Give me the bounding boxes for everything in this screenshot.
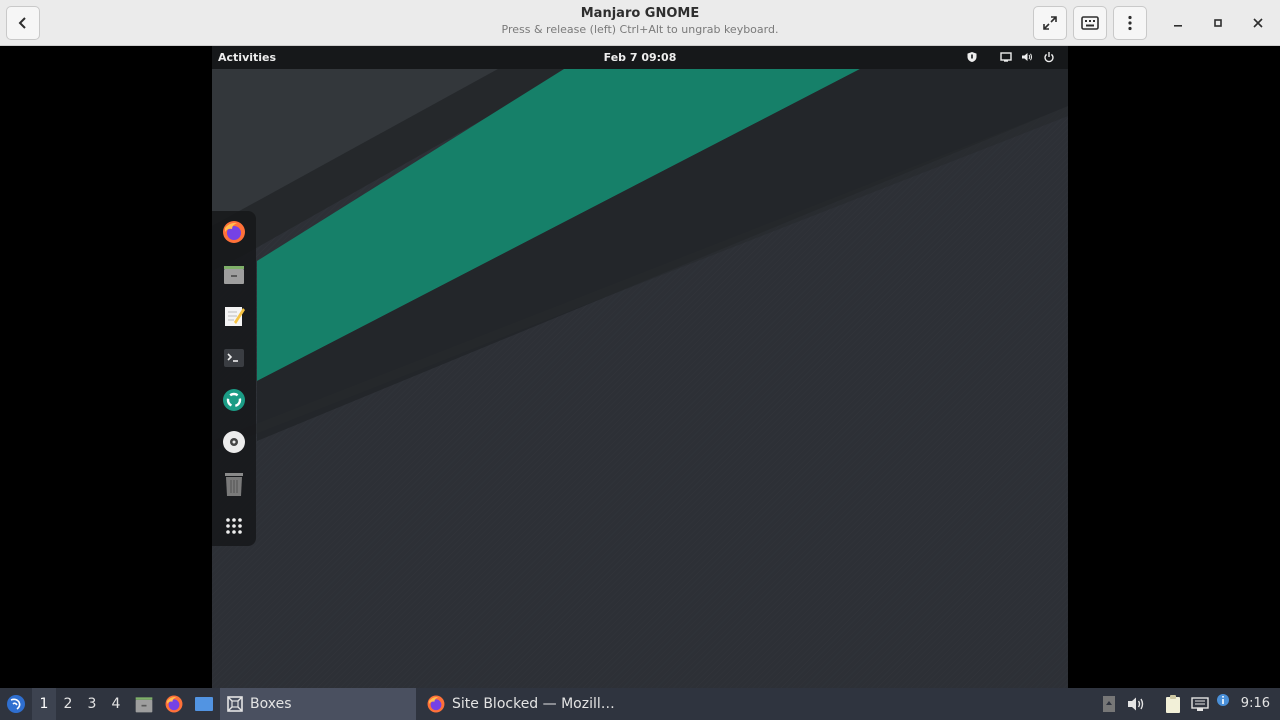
minimize-icon bbox=[1174, 25, 1182, 27]
start-menu-button[interactable] bbox=[4, 688, 28, 720]
network-icon bbox=[1191, 697, 1209, 711]
keyboard-icon bbox=[1081, 16, 1099, 30]
file-cabinet-icon bbox=[224, 266, 244, 284]
firefox-icon bbox=[165, 695, 183, 713]
workspace-3[interactable]: 3 bbox=[80, 688, 104, 720]
tray-notification-area[interactable] bbox=[1100, 688, 1118, 720]
boxes-icon bbox=[227, 696, 243, 712]
top-bar-clock[interactable]: Feb 7 09:08 bbox=[212, 51, 1068, 64]
launcher-desktop[interactable] bbox=[193, 688, 215, 720]
launcher-files[interactable] bbox=[133, 688, 155, 720]
task-label: Boxes bbox=[250, 696, 292, 712]
minimize-button[interactable] bbox=[1161, 6, 1195, 40]
app-grid-icon bbox=[226, 518, 242, 534]
dash-item-disc[interactable] bbox=[220, 428, 248, 456]
volume-icon bbox=[1128, 697, 1144, 711]
screen-icon[interactable] bbox=[999, 50, 1013, 64]
tray-volume[interactable] bbox=[1126, 688, 1146, 720]
desktop-icon bbox=[195, 697, 213, 711]
dash-item-terminal[interactable] bbox=[220, 344, 248, 372]
kebab-menu-icon bbox=[1128, 15, 1132, 31]
tray-clipboard[interactable] bbox=[1163, 688, 1183, 720]
dash-item-trash[interactable] bbox=[220, 470, 248, 498]
gnome-top-bar: Activities Feb 7 09:08 bbox=[212, 46, 1068, 69]
task-firefox[interactable]: Site Blocked — Mozill… bbox=[422, 688, 622, 720]
menu-button[interactable] bbox=[1113, 6, 1147, 40]
close-icon bbox=[1253, 18, 1263, 28]
vm-display[interactable]: Activities Feb 7 09:08 bbox=[212, 46, 1068, 688]
taskbar-clock[interactable]: 9:16 bbox=[1241, 696, 1270, 711]
tray-network[interactable] bbox=[1190, 688, 1210, 720]
whisker-menu-icon bbox=[7, 695, 25, 713]
tray-updates[interactable] bbox=[1214, 688, 1232, 720]
maximize-button[interactable] bbox=[1201, 6, 1235, 40]
dash-item-firefox[interactable] bbox=[220, 218, 248, 246]
text-editor-icon bbox=[225, 307, 245, 326]
volume-icon[interactable] bbox=[1020, 50, 1034, 64]
trash-icon bbox=[225, 473, 243, 496]
file-cabinet-icon bbox=[135, 697, 153, 713]
maximize-icon bbox=[1214, 19, 1222, 27]
dash-item-software[interactable] bbox=[220, 386, 248, 414]
workspace-4[interactable]: 4 bbox=[104, 688, 128, 720]
gnome-dash bbox=[212, 211, 256, 546]
power-icon[interactable] bbox=[1042, 50, 1056, 64]
workspace-2[interactable]: 2 bbox=[56, 688, 80, 720]
keyboard-button[interactable] bbox=[1073, 6, 1107, 40]
workspace-1[interactable]: 1 bbox=[32, 688, 56, 720]
info-icon bbox=[1217, 694, 1229, 706]
wallpaper bbox=[212, 46, 1068, 688]
task-boxes[interactable]: Boxes bbox=[220, 688, 416, 720]
dash-item-show-apps[interactable] bbox=[220, 512, 248, 540]
fullscreen-button[interactable] bbox=[1033, 6, 1067, 40]
firefox-icon bbox=[427, 695, 445, 713]
close-button[interactable] bbox=[1241, 6, 1275, 40]
boxes-header-bar: Manjaro GNOME Press & release (left) Ctr… bbox=[0, 0, 1280, 46]
dash-item-files[interactable] bbox=[220, 260, 248, 288]
shield-icon[interactable] bbox=[965, 50, 979, 64]
disc-icon bbox=[223, 431, 245, 453]
up-arrow-icon bbox=[1103, 696, 1115, 712]
terminal-icon bbox=[224, 349, 244, 367]
firefox-icon bbox=[223, 221, 245, 243]
launcher-firefox[interactable] bbox=[163, 688, 185, 720]
task-label: Site Blocked — Mozill… bbox=[452, 696, 615, 712]
dash-item-text-editor[interactable] bbox=[220, 302, 248, 330]
host-taskbar: 1 2 3 4 Boxes Site Blocked — Mozill… 9:1… bbox=[0, 688, 1280, 720]
clipboard-icon bbox=[1166, 695, 1180, 713]
software-icon bbox=[223, 389, 245, 411]
fullscreen-icon bbox=[1043, 16, 1057, 30]
